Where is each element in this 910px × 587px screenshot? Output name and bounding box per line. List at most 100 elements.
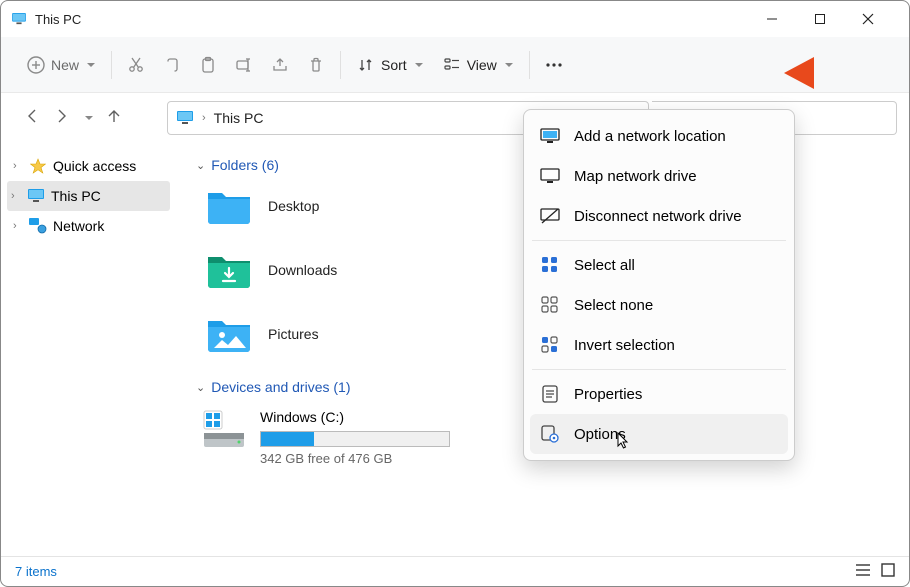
status-bar: 7 items [1,556,909,586]
copy-button[interactable] [154,50,190,80]
breadcrumb-location[interactable]: This PC [214,110,264,126]
menu-item-label: Invert selection [574,337,675,354]
minimize-button[interactable] [759,6,785,32]
menu-item-add-network-location[interactable]: Add a network location [530,116,788,156]
drive-subtext: 342 GB free of 476 GB [260,451,450,466]
sidebar-item-label: Network [53,218,104,234]
sort-button[interactable]: Sort [347,50,433,80]
cut-icon [127,56,145,74]
menu-item-label: Properties [574,386,642,403]
chevron-down-icon [87,63,95,67]
menu-item-label: Add a network location [574,128,726,145]
paste-button[interactable] [190,50,226,80]
plus-circle-icon [27,56,45,74]
copy-icon [163,56,181,74]
drive-usage-bar [260,431,450,447]
status-text: 7 items [15,564,57,579]
menu-item-map-network-drive[interactable]: Map network drive [530,156,788,196]
close-button[interactable] [855,6,881,32]
menu-item-select-none[interactable]: Select none [530,285,788,325]
annotation-arrow [784,57,814,89]
sidebar-item-quick-access[interactable]: › Quick access [7,151,170,181]
new-button[interactable]: New [17,50,105,80]
pictures-folder-icon [206,315,252,353]
title-bar: This PC [1,1,909,37]
map-drive-icon [540,166,560,186]
new-button-label: New [51,57,79,73]
section-header-label: Folders (6) [211,157,279,173]
sidebar-item-label: This PC [51,188,101,204]
rename-button[interactable] [226,50,262,80]
downloads-folder-icon [206,251,252,289]
pc-icon [540,126,560,146]
invert-selection-icon [540,335,560,355]
folder-icon [206,187,252,225]
this-pc-icon [11,13,27,25]
select-none-icon [540,295,560,315]
this-pc-icon [176,111,194,125]
maximize-button[interactable] [807,6,833,32]
view-button[interactable]: View [433,50,523,80]
more-icon [544,56,564,74]
collapse-caret[interactable]: ⌄ [196,159,205,172]
share-button[interactable] [262,50,298,80]
drive-label: Windows (C:) [260,409,450,425]
menu-item-label: Disconnect network drive [574,208,742,225]
collapse-caret[interactable]: ⌄ [196,381,205,394]
cursor-icon [616,432,630,450]
more-menu: Add a network location Map network drive… [523,109,795,461]
toolbar-separator [340,51,341,79]
back-button[interactable] [23,107,41,130]
expand-caret[interactable]: › [13,160,23,172]
menu-item-label: Select none [574,297,653,314]
menu-separator [532,240,786,241]
view-icon [443,56,461,74]
menu-separator [532,369,786,370]
breadcrumb-separator: › [202,112,206,124]
options-icon [540,424,560,444]
forward-button[interactable] [53,107,71,130]
rename-icon [235,56,253,74]
sidebar-item-this-pc[interactable]: › This PC [7,181,170,211]
chevron-down-icon [415,63,423,67]
window-title: This PC [35,12,759,27]
thumbnails-view-button[interactable] [881,563,895,580]
network-icon [29,217,47,235]
folder-label: Pictures [268,326,319,342]
menu-item-options[interactable]: Options [530,414,788,454]
recent-locations-button[interactable] [85,116,93,120]
expand-caret[interactable]: › [11,190,21,202]
details-view-button[interactable] [855,563,871,580]
sidebar-item-label: Quick access [53,158,136,174]
expand-caret[interactable]: › [13,220,23,232]
sort-button-label: Sort [381,57,407,73]
menu-item-properties[interactable]: Properties [530,374,788,414]
up-button[interactable] [105,107,123,130]
paste-icon [199,56,217,74]
delete-icon [307,56,325,74]
properties-icon [540,384,560,404]
share-icon [271,56,289,74]
menu-item-invert-selection[interactable]: Invert selection [530,325,788,365]
menu-item-select-all[interactable]: Select all [530,245,788,285]
menu-item-label: Map network drive [574,168,697,185]
star-icon [29,157,47,175]
menu-item-disconnect-network-drive[interactable]: Disconnect network drive [530,196,788,236]
sort-icon [357,56,375,74]
toolbar-separator [529,51,530,79]
select-all-icon [540,255,560,275]
delete-button[interactable] [298,50,334,80]
folder-label: Desktop [268,198,319,214]
menu-item-label: Select all [574,257,635,274]
disconnect-drive-icon [540,206,560,226]
sidebar-item-network[interactable]: › Network [7,211,170,241]
toolbar-separator [111,51,112,79]
view-button-label: View [467,57,497,73]
cut-button[interactable] [118,50,154,80]
section-header-label: Devices and drives (1) [211,379,350,395]
chevron-down-icon [505,63,513,67]
more-button[interactable] [536,50,572,80]
pc-icon [27,187,45,205]
folder-label: Downloads [268,262,337,278]
drive-icon [202,409,246,449]
